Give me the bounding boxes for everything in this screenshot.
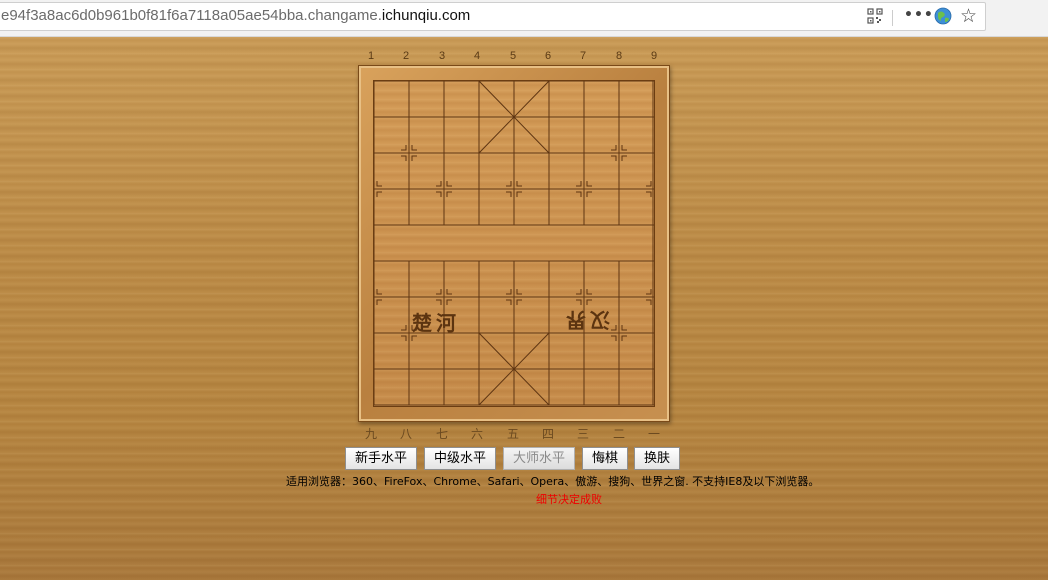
column-number-cn: 三 [576, 427, 589, 441]
column-number: 4 [473, 50, 481, 62]
motto-text: 细节决定成败 [536, 493, 602, 506]
intermediate-level-button[interactable]: 中级水平 [424, 447, 496, 470]
column-number: 7 [579, 50, 587, 62]
board-grid [374, 81, 654, 406]
toolbar-separator [892, 10, 893, 26]
column-number-cn: 四 [541, 427, 554, 441]
master-level-button[interactable]: 大师水平 [503, 447, 575, 470]
column-number-cn: 五 [506, 427, 519, 441]
change-skin-button[interactable]: 换肤 [634, 447, 680, 470]
url-text[interactable]: e94f3a8ac6d0b961b0f81f6a7118a05ae54bba.c… [1, 7, 470, 24]
column-number-cn: 六 [470, 427, 483, 441]
address-bar[interactable]: e94f3a8ac6d0b961b0f81f6a7118a05ae54bba.c… [0, 2, 986, 31]
star-icon[interactable]: ☆ [960, 5, 977, 27]
river-label-han-jie: 汉界 [562, 308, 610, 332]
river-label-chu-he: 楚河 [412, 311, 460, 335]
column-number-cn: 九 [364, 427, 377, 441]
column-number: 9 [650, 50, 658, 62]
column-number-cn: 八 [399, 427, 412, 441]
chess-board[interactable]: 楚河 汉界 [358, 65, 670, 422]
globe-icon[interactable] [934, 7, 952, 25]
column-number-cn: 一 [647, 427, 660, 441]
column-number: 3 [438, 50, 446, 62]
column-number: 6 [544, 50, 552, 62]
column-number: 2 [402, 50, 410, 62]
novice-level-button[interactable]: 新手水平 [345, 447, 417, 470]
more-icon[interactable]: ••• [904, 7, 934, 23]
board-playfield[interactable]: 楚河 汉界 [373, 80, 655, 407]
url-prefix: e94f3a8ac6d0b961b0f81f6a7118a05ae54bba.c… [1, 7, 382, 24]
browser-toolbar: e94f3a8ac6d0b961b0f81f6a7118a05ae54bba.c… [0, 0, 1048, 37]
column-number: 5 [509, 50, 517, 62]
column-number: 8 [615, 50, 623, 62]
undo-move-button[interactable]: 悔棋 [582, 447, 628, 470]
browser-support-notice: 适用浏览器：360、FireFox、Chrome、Safari、Opera、傲游… [286, 475, 820, 488]
column-number: 1 [367, 50, 375, 62]
qr-code-icon[interactable] [867, 8, 885, 26]
url-domain: ichunqiu.com [381, 7, 471, 24]
column-number-cn: 二 [612, 427, 625, 441]
column-number-cn: 七 [435, 427, 448, 441]
